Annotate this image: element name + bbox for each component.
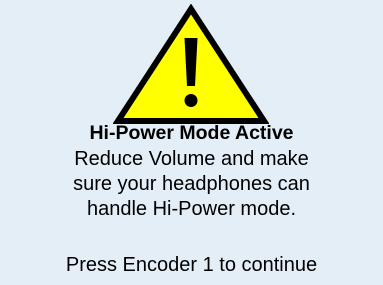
dialog-title: Hi-Power Mode Active <box>89 122 294 144</box>
message-line: sure your headphones can <box>73 173 310 195</box>
continue-prompt: Press Encoder 1 to continue <box>65 254 318 276</box>
dialog-message: Reduce Volume and make sure your headpho… <box>0 147 383 222</box>
warning-triangle-icon <box>113 4 269 124</box>
hi-power-warning-screen: Hi-Power Mode Active Reduce Volume and m… <box>0 0 383 285</box>
message-line: handle Hi-Power mode. <box>87 198 296 220</box>
message-line: Reduce Volume and make <box>74 148 309 170</box>
